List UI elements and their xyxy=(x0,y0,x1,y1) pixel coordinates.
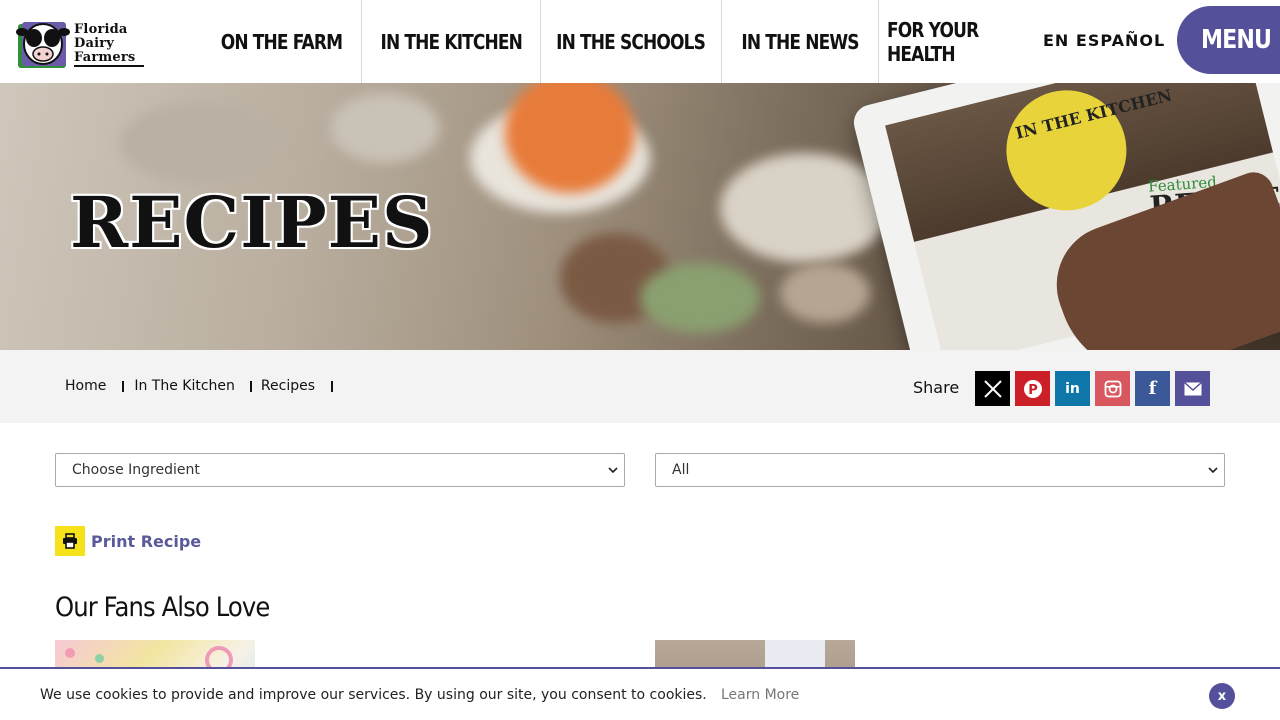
nav-on-the-farm[interactable]: On the Farm xyxy=(202,0,362,83)
breadcrumb-label: Home xyxy=(65,378,107,394)
nav-label: For Your Health xyxy=(887,17,979,66)
email-share-button[interactable] xyxy=(1175,371,1210,406)
linkedin-icon: in xyxy=(1065,380,1080,397)
site-logo[interactable]: Florida Dairy Farmers xyxy=(14,18,148,70)
hero-cup-image xyxy=(330,93,440,163)
print-recipe-link[interactable]: Print Recipe xyxy=(91,532,201,551)
category-select[interactable]: All xyxy=(655,453,1225,487)
instagram-icon xyxy=(1104,380,1121,397)
menu-button[interactable]: MENU xyxy=(1177,6,1280,74)
nav-in-the-kitchen[interactable]: In the Kitchen xyxy=(362,0,541,83)
learn-more-link[interactable]: Learn More xyxy=(721,687,799,703)
x-icon xyxy=(983,379,1002,398)
pinterest-icon: P xyxy=(1023,379,1042,398)
page-title: RECIPES xyxy=(70,181,434,264)
print-button[interactable] xyxy=(55,526,85,556)
section-title: Our Fans Also Love xyxy=(55,592,270,623)
nav-in-the-news[interactable]: In the News xyxy=(722,0,879,83)
breadcrumb-label: In The Kitchen xyxy=(134,378,235,394)
site-header: Florida Dairy Farmers On the Farm In the… xyxy=(0,0,1280,83)
ingredient-select-value: Choose Ingredient xyxy=(72,462,200,478)
brand-line-1: Florida xyxy=(74,22,128,37)
breadcrumb-home[interactable]: Home xyxy=(65,378,134,394)
instagram-share-button[interactable] xyxy=(1095,371,1130,406)
breadcrumb-recipes[interactable]: Recipes xyxy=(261,378,343,394)
cookie-close-button[interactable]: x xyxy=(1209,683,1235,709)
printer-icon xyxy=(63,533,77,549)
hero-mushroom2-image xyxy=(780,263,870,323)
category-select-value: All xyxy=(672,462,690,478)
share-label: Share xyxy=(913,378,960,397)
breadcrumb: Home In The Kitchen Recipes xyxy=(65,378,343,394)
hero-board-image xyxy=(120,103,280,183)
facebook-share-button[interactable]: f xyxy=(1135,371,1170,406)
breadcrumb-separator xyxy=(122,380,125,392)
facebook-icon: f xyxy=(1148,378,1157,399)
breadcrumb-bar: Home In The Kitchen Recipes Share P in f xyxy=(0,350,1280,423)
cookie-message: We use cookies to provide and improve ou… xyxy=(40,687,707,703)
svg-text:P: P xyxy=(1028,383,1038,398)
sprinkle-decoration xyxy=(95,654,104,663)
chevron-down-icon xyxy=(1208,467,1218,474)
menu-label: MENU xyxy=(1201,25,1272,55)
nav-label: In the Kitchen xyxy=(380,29,522,54)
breadcrumb-separator xyxy=(331,380,333,392)
email-icon xyxy=(1183,381,1202,395)
nav-label: In the News xyxy=(741,29,859,54)
nav-for-your-health[interactable]: For Your Health xyxy=(879,0,1069,83)
linkedin-share-button[interactable]: in xyxy=(1055,371,1090,406)
sprinkle-decoration xyxy=(65,648,75,658)
brand-line-3: Farmers xyxy=(74,50,136,65)
brand-line-2: Dairy xyxy=(74,36,115,51)
breadcrumb-separator xyxy=(249,380,252,392)
nav-in-the-schools[interactable]: In the Schools xyxy=(541,0,722,83)
breadcrumb-label: Recipes xyxy=(260,378,315,394)
hero-banner: IN THE KITCHEN Featured RECIPE RECIPES xyxy=(0,83,1280,350)
language-toggle[interactable]: EN ESPAÑOL xyxy=(1043,31,1165,50)
cow-logo-icon xyxy=(14,18,72,70)
nav-label: On the Farm xyxy=(220,29,343,54)
pinterest-share-button[interactable]: P xyxy=(1015,371,1050,406)
breadcrumb-in-the-kitchen[interactable]: In The Kitchen xyxy=(134,378,261,394)
main-nav: On the Farm In the Kitchen In the School… xyxy=(202,0,1069,83)
logo-underline xyxy=(74,65,144,67)
ingredient-select[interactable]: Choose Ingredient xyxy=(55,453,625,487)
brand-name: Florida Dairy Farmers xyxy=(74,23,135,65)
chevron-down-icon xyxy=(608,467,618,474)
x-share-button[interactable] xyxy=(975,371,1010,406)
nav-label: In the Schools xyxy=(556,29,707,54)
cookie-banner: We use cookies to provide and improve ou… xyxy=(0,667,1280,720)
hero-asparagus-image xyxy=(640,263,760,333)
